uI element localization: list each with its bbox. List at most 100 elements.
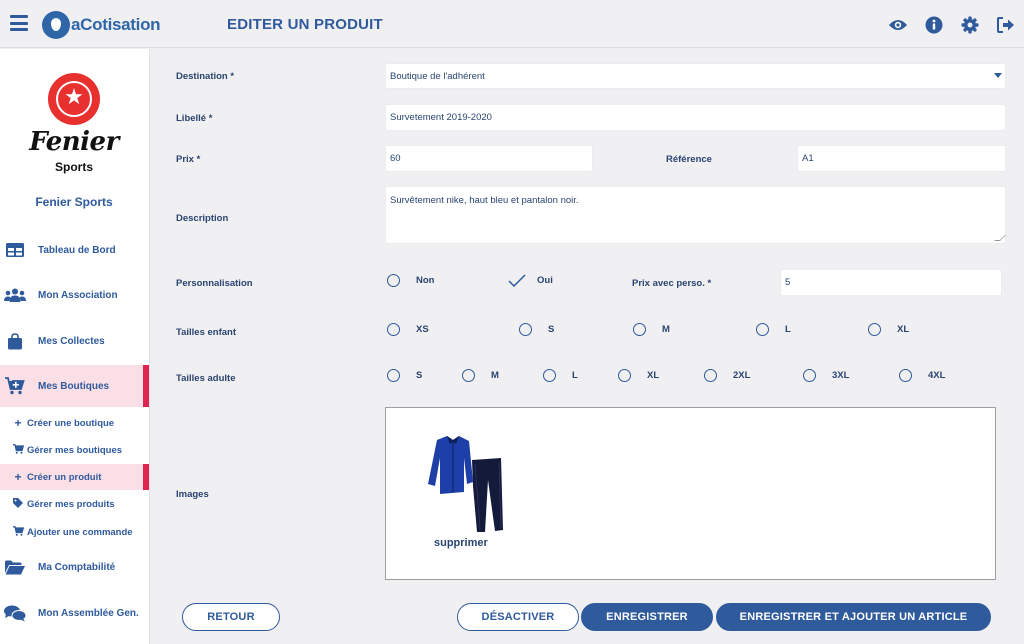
sidebar-item-label: Mon Assemblée Gen. [38, 607, 139, 619]
radio-label: 4XL [928, 370, 946, 381]
sidebar-item-association[interactable]: Mon Association [0, 283, 149, 307]
radio-circle-icon [803, 369, 816, 382]
page-title: EDITER UN PRODUIT [227, 16, 383, 33]
checkmark-icon [508, 274, 526, 288]
radio-circle-icon [633, 323, 646, 336]
sidebar-item-collectes[interactable]: Mes Collectes [0, 329, 149, 353]
radio-circle-icon [519, 323, 532, 336]
sidebar-item-assemblee[interactable]: Mon Assemblée Gen. [0, 601, 149, 625]
sidebar-subitem-add-order[interactable]: Ajouter une commande [0, 523, 149, 541]
description-value: Survêtement nike, haut bleu et pantalon … [390, 195, 579, 206]
libelle-value: Survetement 2019-2020 [390, 112, 492, 123]
comments-icon [4, 604, 26, 622]
radio-circle-icon [387, 274, 400, 287]
destination-select[interactable]: Boutique de l'adhérent [385, 63, 1006, 89]
perso-radio-non[interactable]: Non [387, 274, 434, 287]
folder-open-icon [4, 558, 26, 576]
desactiver-button[interactable]: DÉSACTIVER [457, 603, 579, 631]
gear-icon[interactable] [960, 15, 980, 35]
destination-value: Boutique de l'adhérent [390, 70, 485, 82]
sidebar-item-dashboard[interactable]: Tableau de Bord [0, 238, 149, 262]
sidebar-item-label: Ma Comptabilité [38, 561, 116, 573]
size-child-xs[interactable]: XS [387, 323, 429, 336]
radio-circle-icon [462, 369, 475, 382]
prix-perso-label: Prix avec perso. * [632, 278, 712, 289]
sidebar-item-label: Tableau de Bord [38, 244, 116, 256]
radio-circle-icon [756, 323, 769, 336]
plus-icon: + [14, 416, 22, 430]
description-textarea[interactable]: Survêtement nike, haut bleu et pantalon … [385, 186, 1006, 244]
radio-label: M [491, 370, 499, 381]
libelle-input[interactable]: Survetement 2019-2020 [385, 104, 1006, 131]
size-adult-m[interactable]: M [462, 369, 499, 382]
radio-circle-icon [868, 323, 881, 336]
radio-circle-icon [387, 323, 400, 336]
top-bar: aCotisation EDITER UN PRODUIT [0, 0, 1024, 48]
images-label: Images [176, 489, 209, 500]
cart-plus-icon [4, 377, 26, 395]
size-adult-2xl[interactable]: 2XL [704, 369, 750, 382]
prix-label: Prix * [176, 154, 201, 165]
retour-button[interactable]: RETOUR [182, 603, 280, 631]
delete-image-link[interactable]: supprimer [434, 537, 488, 549]
libelle-label: Libellé * [176, 113, 213, 124]
prix-perso-input[interactable]: 5 [780, 269, 1002, 296]
reference-label: Référence [666, 154, 712, 165]
menu-icon[interactable] [10, 15, 28, 31]
sidebar-item-label: Mon Association [38, 289, 118, 301]
radio-circle-icon [387, 369, 400, 382]
radio-label: 3XL [832, 370, 850, 381]
club-logo-text: Fenier [29, 127, 119, 157]
sidebar-subitem-label: Créer une boutique [27, 417, 115, 429]
sidebar-subitem-manage-shops[interactable]: Gérer mes boutiques [0, 441, 149, 459]
logo-drop-icon [42, 11, 70, 39]
size-child-l[interactable]: L [756, 323, 791, 336]
sidebar-item-comptabilite[interactable]: Ma Comptabilité [0, 555, 149, 579]
cart-icon [12, 525, 24, 539]
size-adult-l[interactable]: L [543, 369, 578, 382]
size-adult-4xl[interactable]: 4XL [899, 369, 945, 382]
size-child-xl[interactable]: XL [868, 323, 909, 336]
enregistrer-ajouter-button[interactable]: ENREGISTRER ET AJOUTER UN ARTICLE [716, 603, 991, 631]
logout-icon[interactable] [996, 15, 1016, 35]
sidebar-item-label: Mes Collectes [38, 335, 105, 347]
radio-circle-icon [704, 369, 717, 382]
info-icon[interactable] [924, 15, 944, 35]
radio-circle-icon [618, 369, 631, 382]
radio-label: L [572, 370, 578, 381]
reference-input[interactable]: A1 [797, 145, 1006, 172]
sidebar-subitem-create-shop[interactable]: + Créer une boutique [0, 414, 149, 432]
images-dropzone[interactable]: supprimer [385, 407, 996, 580]
destination-label: Destination * [176, 71, 235, 82]
perso-radio-oui[interactable]: Oui [508, 274, 553, 288]
bag-icon [4, 332, 26, 350]
sidebar-item-boutiques[interactable]: Mes Boutiques [0, 365, 149, 407]
size-adult-s[interactable]: S [387, 369, 422, 382]
club-badge-icon: ★ [48, 73, 100, 125]
size-child-m[interactable]: M [633, 323, 670, 336]
enregistrer-button[interactable]: ENREGISTRER [581, 603, 713, 631]
description-label: Description [176, 213, 229, 224]
app-logo[interactable]: aCotisation [42, 10, 161, 40]
logo-text: aCotisation [71, 15, 161, 34]
radio-label: XL [897, 324, 910, 335]
size-child-s[interactable]: S [519, 323, 554, 336]
radio-label: S [416, 370, 423, 381]
sidebar-subitem-manage-products[interactable]: Gérer mes produits [0, 495, 149, 513]
chevron-down-icon [994, 73, 1002, 78]
prix-input[interactable]: 60 [385, 145, 593, 172]
radio-label: XL [647, 370, 660, 381]
sidebar-subitem-create-product[interactable]: + Créer un produit [0, 464, 149, 490]
cart-icon [12, 443, 24, 457]
resize-grip-icon[interactable] [994, 235, 1006, 241]
size-adult-3xl[interactable]: 3XL [803, 369, 849, 382]
dashboard-icon [4, 241, 26, 259]
eye-icon[interactable] [888, 15, 908, 35]
size-adult-xl[interactable]: XL [618, 369, 659, 382]
club-name: Fenier Sports [35, 195, 113, 209]
club-logo-subtext: Sports [54, 160, 93, 174]
tailles-enfant-label: Tailles enfant [176, 327, 237, 338]
radio-circle-icon [543, 369, 556, 382]
radio-label: L [785, 324, 791, 335]
radio-label: Non [416, 275, 435, 286]
